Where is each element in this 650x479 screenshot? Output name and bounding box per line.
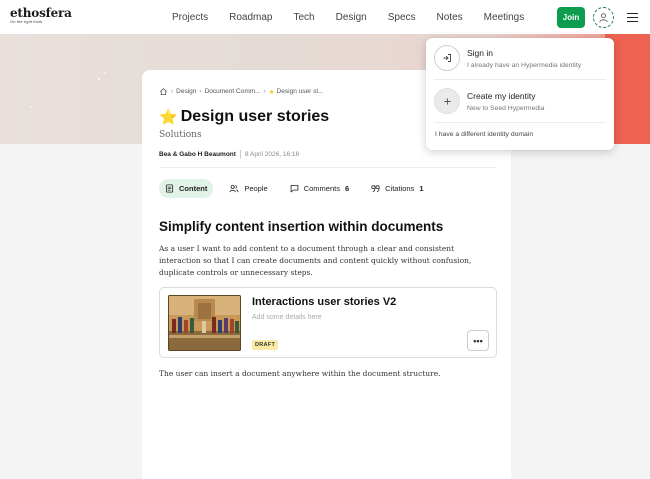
nav-item-roadmap[interactable]: Roadmap xyxy=(229,12,272,23)
embedded-document-card[interactable]: Interactions user stories V2 Add some de… xyxy=(159,287,497,358)
document-tabs: Content People Comments 6 Citations 1 xyxy=(159,179,439,198)
publish-date: 8 April 2026, 16:16 xyxy=(244,151,300,158)
breadcrumb-item-current[interactable]: Design user st... xyxy=(277,88,324,95)
tab-comments-label: Comments xyxy=(303,184,340,193)
main-nav: Projects Roadmap Tech Design Specs Notes… xyxy=(172,0,545,34)
create-identity-option[interactable]: Create my identity New to Seed Hypermedi… xyxy=(434,88,544,114)
nav-item-notes[interactable]: Notes xyxy=(437,12,463,23)
plus-icon xyxy=(434,88,460,114)
breadcrumb-item-design[interactable]: Design xyxy=(176,88,196,95)
nav-item-projects[interactable]: Projects xyxy=(172,12,208,23)
sign-in-subtitle: I already have an Hypermedia identity xyxy=(467,61,582,69)
authors[interactable]: Bea & Gabo H Beaumont xyxy=(159,151,236,158)
nav-item-meetings[interactable]: Meetings xyxy=(484,12,525,23)
identity-popover: Sign in I already have an Hypermedia ide… xyxy=(426,38,614,150)
top-navigation-bar: ethosfera On the right think Projects Ro… xyxy=(0,0,650,34)
quote-icon xyxy=(371,185,380,193)
nav-item-design[interactable]: Design xyxy=(336,12,367,23)
sign-in-icon xyxy=(434,45,460,71)
embed-title: Interactions user stories V2 xyxy=(252,296,397,308)
create-identity-title: Create my identity xyxy=(467,90,536,101)
section-heading: Simplify content insertion within docume… xyxy=(159,219,444,234)
comments-count: 6 xyxy=(344,184,350,193)
tab-content-label: Content xyxy=(179,184,208,193)
body-paragraph-2: The user can insert a document anywhere … xyxy=(159,369,441,378)
nav-item-specs[interactable]: Specs xyxy=(388,12,416,23)
more-options-button[interactable]: ••• xyxy=(467,330,489,351)
divider xyxy=(159,167,496,168)
comment-icon xyxy=(290,184,299,193)
embed-details-placeholder[interactable]: Add some details here xyxy=(252,314,322,321)
tab-citations-label: Citations xyxy=(385,184,415,193)
account-avatar-button[interactable] xyxy=(593,7,614,28)
page-title-text: Design user stories xyxy=(180,108,330,125)
tab-content[interactable]: Content xyxy=(159,179,214,198)
different-domain-link[interactable]: I have a different identity domain xyxy=(435,131,533,138)
document-icon xyxy=(165,184,174,193)
sign-in-title: Sign in xyxy=(467,47,493,58)
citations-count: 1 xyxy=(419,184,424,193)
logo-name: ethosfera xyxy=(10,6,72,20)
tab-people-label: People xyxy=(244,184,268,193)
people-icon xyxy=(229,184,239,193)
hamburger-menu-icon[interactable] xyxy=(627,13,638,23)
tab-comments[interactable]: Comments 6 xyxy=(284,179,355,198)
user-icon xyxy=(599,13,608,23)
sign-in-option[interactable]: Sign in I already have an Hypermedia ide… xyxy=(434,45,581,71)
document-thumbnail xyxy=(168,295,241,351)
breadcrumb-item-document-comm[interactable]: Document Comm... xyxy=(205,88,261,95)
page-subtitle: Solutions xyxy=(159,130,202,140)
star-icon: ⭐ xyxy=(159,109,178,126)
breadcrumb: › Design › Document Comm... › ★ Design u… xyxy=(159,87,324,96)
tab-citations[interactable]: Citations 1 xyxy=(365,179,429,198)
tab-people[interactable]: People xyxy=(223,179,273,198)
join-button[interactable]: Join xyxy=(557,7,585,28)
body-paragraph: As a user I want to add content to a doc… xyxy=(159,244,472,277)
star-icon: ★ xyxy=(268,88,275,96)
draft-badge: DRAFT xyxy=(252,340,279,350)
create-identity-subtitle: New to Seed Hypermedia xyxy=(467,104,545,112)
page-title: ⭐ Design user stories xyxy=(159,108,329,126)
site-logo[interactable]: ethosfera On the right think xyxy=(10,7,72,24)
home-icon[interactable] xyxy=(159,87,168,96)
nav-item-tech[interactable]: Tech xyxy=(293,12,314,23)
document-meta: Bea & Gabo H Beaumont 8 April 2026, 16:1… xyxy=(159,150,299,159)
